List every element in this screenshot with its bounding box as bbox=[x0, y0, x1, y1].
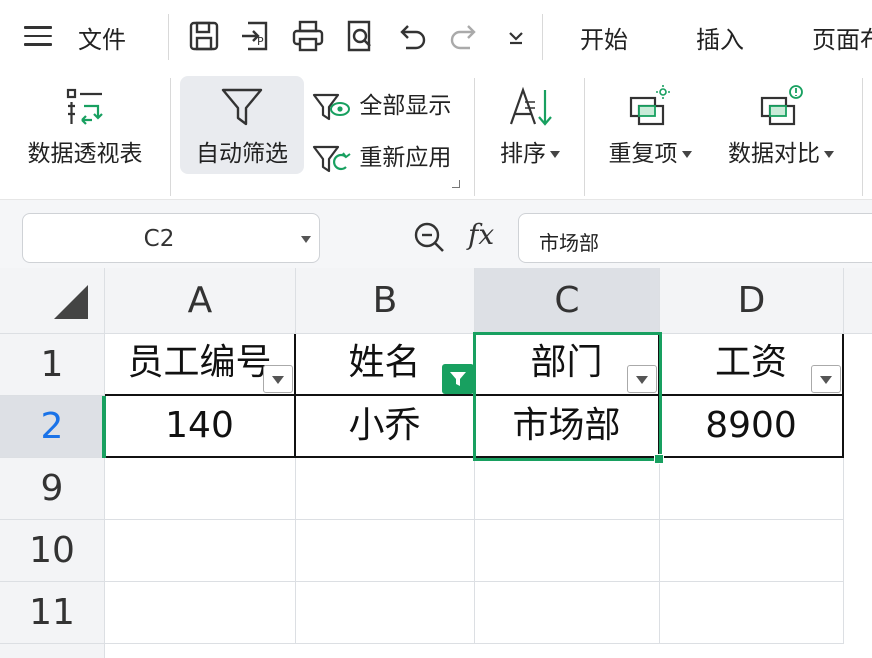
table-cell[interactable] bbox=[105, 582, 296, 644]
table-cell[interactable]: 小乔 bbox=[296, 396, 475, 458]
row-header-12[interactable] bbox=[0, 644, 105, 658]
column-header-d[interactable]: D bbox=[660, 268, 844, 334]
formula-input[interactable]: 市场部 bbox=[518, 213, 872, 263]
row-header-9[interactable]: 9 bbox=[0, 458, 105, 520]
file-menu[interactable]: 文件 bbox=[78, 20, 126, 55]
title-bar: 文件 P 开始 插入 页面布 bbox=[0, 0, 872, 74]
sort-button[interactable]: 排序 bbox=[488, 80, 572, 176]
table-cell[interactable] bbox=[296, 520, 475, 582]
reapply-icon bbox=[312, 145, 351, 172]
divider bbox=[542, 14, 543, 60]
cell-text: 小乔 bbox=[348, 405, 421, 446]
table-cell[interactable] bbox=[296, 458, 475, 520]
sort-label: 排序 bbox=[488, 134, 572, 168]
chevron-down-icon[interactable] bbox=[301, 236, 311, 243]
chevron-down-icon bbox=[681, 151, 692, 158]
filter-dropdown-button[interactable] bbox=[811, 365, 841, 393]
save-icon[interactable] bbox=[186, 18, 222, 54]
chevron-down-icon bbox=[272, 376, 284, 384]
tab-insert[interactable]: 插入 bbox=[696, 20, 744, 55]
row-header-1[interactable]: 1 bbox=[0, 334, 105, 396]
cell-text: 员工编号 bbox=[127, 342, 272, 383]
auto-filter-button[interactable]: 自动筛选 bbox=[180, 76, 304, 174]
redo-icon[interactable] bbox=[446, 18, 482, 54]
function-icon[interactable]: fx bbox=[468, 218, 494, 251]
filter-active-icon bbox=[450, 372, 466, 386]
undo-icon[interactable] bbox=[394, 18, 430, 54]
row-header-10[interactable]: 10 bbox=[0, 520, 105, 582]
duplicates-icon bbox=[629, 85, 670, 126]
compare-button[interactable]: 数据对比 bbox=[716, 80, 846, 176]
show-all-icon bbox=[312, 93, 350, 120]
filter-applied-button[interactable] bbox=[442, 364, 474, 394]
show-all-button[interactable]: 全部显示 bbox=[312, 86, 451, 123]
pivot-table-label: 数据透视表 bbox=[27, 141, 143, 167]
chevron-down-icon bbox=[824, 151, 834, 158]
column-header-a[interactable]: A bbox=[105, 268, 296, 334]
table-cell[interactable] bbox=[105, 520, 296, 582]
name-box[interactable]: C2 bbox=[22, 213, 320, 263]
table-cell[interactable] bbox=[660, 458, 844, 520]
column-header-b[interactable]: B bbox=[296, 268, 475, 334]
compare-label: 数据对比 bbox=[716, 134, 846, 168]
divider bbox=[168, 14, 169, 60]
reapply-label: 重新应用 bbox=[359, 145, 452, 171]
column-header-c[interactable]: C bbox=[475, 268, 660, 334]
cell-text: 工资 bbox=[714, 342, 787, 383]
duplicates-button[interactable]: 重复项 bbox=[598, 80, 702, 176]
divider bbox=[584, 78, 585, 196]
table-cell[interactable] bbox=[105, 458, 296, 520]
cell-text: 姓名 bbox=[348, 342, 421, 383]
tab-home[interactable]: 开始 bbox=[580, 20, 628, 55]
cell-text: 8900 bbox=[705, 405, 797, 446]
ribbon: 数据透视表 自动筛选 全部显示 重新应用 排序 重复项 数据对比 bbox=[0, 74, 872, 200]
divider bbox=[474, 78, 475, 196]
zoom-out-icon[interactable] bbox=[412, 220, 446, 254]
reapply-button[interactable]: 重新应用 bbox=[312, 138, 451, 175]
active-row-marker bbox=[102, 396, 106, 458]
select-all-icon bbox=[54, 285, 88, 319]
table-cell[interactable] bbox=[296, 582, 475, 644]
table-cell[interactable] bbox=[475, 458, 660, 520]
select-all-button[interactable] bbox=[0, 268, 105, 334]
formula-bar: C2 fx 市场部 bbox=[0, 200, 872, 268]
filter-dropdown-button[interactable] bbox=[263, 365, 293, 393]
table-cell[interactable] bbox=[475, 582, 660, 644]
pivot-table-button[interactable]: 数据透视表 bbox=[18, 80, 152, 176]
svg-text:P: P bbox=[257, 35, 264, 48]
cell-text: 140 bbox=[165, 405, 234, 446]
row-header-11[interactable]: 11 bbox=[0, 582, 105, 644]
sort-icon bbox=[509, 86, 552, 126]
auto-filter-label: 自动筛选 bbox=[196, 141, 288, 167]
show-all-label: 全部显示 bbox=[359, 93, 452, 119]
table-cell[interactable] bbox=[475, 520, 660, 582]
customize-dropdown-icon[interactable] bbox=[498, 18, 534, 54]
tab-page-layout[interactable]: 页面布 bbox=[812, 20, 872, 55]
pivot-table-icon bbox=[66, 88, 103, 125]
divider bbox=[862, 78, 863, 196]
row-header-2[interactable]: 2 bbox=[0, 396, 105, 458]
chevron-down-icon bbox=[550, 151, 560, 158]
column-header-e[interactable] bbox=[844, 268, 872, 334]
table-cell[interactable] bbox=[660, 520, 844, 582]
spreadsheet-grid: A B C D 1 2 9 10 11 员工编号 姓名 部门 工资 140 小乔… bbox=[0, 268, 872, 658]
chevron-down-icon bbox=[820, 376, 832, 384]
duplicates-label: 重复项 bbox=[598, 134, 702, 168]
selection-border bbox=[473, 332, 662, 461]
divider bbox=[170, 78, 171, 196]
table-cell[interactable]: 140 bbox=[105, 396, 296, 458]
formula-input-value: 市场部 bbox=[539, 231, 599, 255]
dialog-launcher-icon[interactable] bbox=[452, 180, 460, 188]
print-preview-icon[interactable] bbox=[342, 18, 378, 54]
table-cell[interactable]: 8900 bbox=[660, 396, 844, 458]
fill-handle[interactable] bbox=[654, 454, 664, 464]
print-icon[interactable] bbox=[290, 18, 326, 54]
name-box-value: C2 bbox=[143, 226, 175, 252]
filter-icon bbox=[221, 88, 263, 126]
export-icon[interactable]: P bbox=[238, 18, 274, 54]
table-cell[interactable] bbox=[660, 582, 844, 644]
menu-icon[interactable] bbox=[24, 26, 52, 46]
compare-icon bbox=[760, 85, 803, 126]
